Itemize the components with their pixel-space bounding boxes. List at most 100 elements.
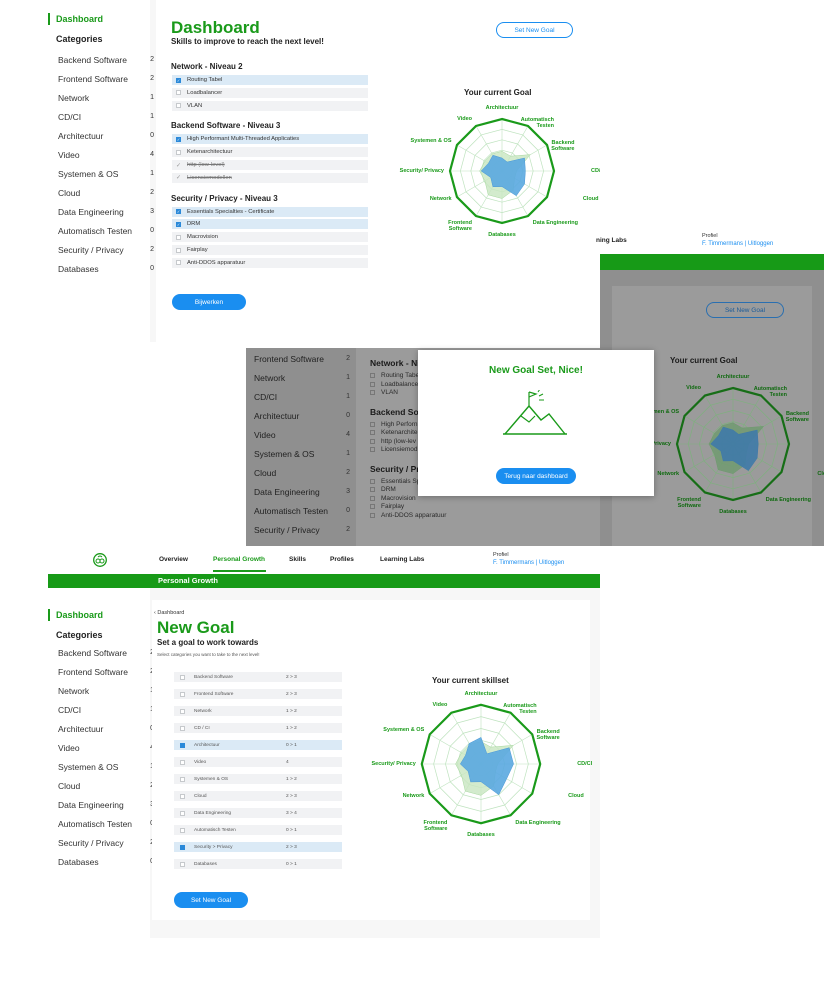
goal-row[interactable]: Frontend Software 2 > 3 (174, 689, 342, 699)
sidebar-category-item[interactable]: Data Engineering3 (58, 796, 154, 813)
skill-item[interactable]: ✓ Licensiemodellen (172, 172, 368, 183)
sidebar-category-item[interactable]: Cloud2 (58, 184, 154, 201)
checkbox[interactable] (180, 691, 185, 697)
skill-item[interactable]: VLAN (172, 100, 368, 111)
checkbox[interactable] (180, 810, 185, 816)
check-icon[interactable]: ✓ (176, 163, 181, 169)
checkbox[interactable] (180, 708, 185, 714)
skill-label: http (low-lev (381, 437, 417, 445)
checkbox[interactable] (176, 149, 181, 155)
sidebar-dashboard-link[interactable]: Dashboard (48, 609, 103, 621)
sidebar-category-item[interactable]: Systemen & OS1 (58, 758, 154, 775)
sidebar-dashboard-link[interactable]: Dashboard (48, 13, 103, 25)
sidebar-category-item[interactable]: Security / Privacy2 (58, 834, 154, 851)
goal-row[interactable]: Security > Privacy 2 > 3 (174, 842, 342, 852)
checkbox[interactable] (176, 260, 181, 266)
update-button[interactable]: Bijwerken (172, 294, 246, 310)
sidebar-category-item[interactable]: Video4 (254, 426, 350, 443)
set-new-goal-button[interactable]: Set New Goal (174, 892, 248, 908)
goal-row[interactable]: CD / CI 1 > 2 (174, 723, 342, 733)
checkbox[interactable] (180, 844, 185, 850)
goal-row[interactable]: Systemen & OS 1 > 2 (174, 774, 342, 784)
skill-item[interactable]: ✓ Routing Tabel (172, 75, 368, 85)
sidebar-category-item[interactable]: Network1 (58, 89, 154, 106)
goal-level: 2 > 3 (286, 674, 297, 680)
sidebar-category-item[interactable]: Frontend Software2 (254, 350, 350, 367)
checkbox[interactable] (180, 674, 185, 680)
sidebar-category-item[interactable]: Systemen & OS1 (58, 165, 154, 182)
sidebar-category-item[interactable]: Video4 (58, 739, 154, 756)
sidebar-category-item[interactable]: Automatisch Testen0 (254, 502, 350, 519)
sidebar-category-item[interactable]: Network1 (58, 682, 154, 699)
sidebar-category-item[interactable]: CD/CI1 (58, 701, 154, 718)
sidebar-category-item[interactable]: Backend Software2 (58, 644, 154, 661)
checkbox[interactable] (180, 776, 185, 782)
checkbox[interactable] (176, 103, 181, 109)
sidebar-category-item[interactable]: Databases0 (58, 260, 154, 277)
sidebar-category-item[interactable]: Data Engineering3 (254, 483, 350, 500)
sidebar-category-item[interactable]: Video4 (58, 146, 154, 163)
sidebar-category-item[interactable]: Systemen & OS1 (254, 445, 350, 462)
check-icon[interactable]: ✓ (176, 175, 181, 181)
set-new-goal-button[interactable]: Set New Goal (496, 22, 573, 38)
checkbox[interactable] (180, 793, 185, 799)
sidebar-category-item[interactable]: Cloud2 (58, 777, 154, 794)
back-to-dashboard-button[interactable]: Terug naar dashboard (496, 468, 576, 484)
checkbox[interactable] (180, 725, 185, 731)
nav-skills[interactable]: Skills (289, 556, 306, 563)
checkbox[interactable]: ✓ (176, 221, 181, 227)
checkbox[interactable] (180, 759, 185, 765)
goal-row[interactable]: Data Engineering 3 > 4 (174, 808, 342, 818)
checkbox[interactable] (176, 90, 181, 96)
skill-item[interactable]: Ketenarchitectuur (172, 147, 368, 158)
goal-row[interactable]: Video 4 (174, 757, 342, 767)
checkbox[interactable]: ✓ (176, 77, 181, 83)
skill-item[interactable]: Loadbalancer (172, 87, 368, 98)
goal-category: Security > Privacy (194, 844, 233, 850)
sidebar-category-item[interactable]: Cloud2 (254, 464, 350, 481)
goal-row[interactable]: Network 1 > 2 (174, 706, 342, 716)
sidebar-category-item[interactable]: Frontend Software2 (58, 663, 154, 680)
checkbox[interactable] (180, 827, 185, 833)
category-name: Cloud (58, 187, 81, 198)
profile-user[interactable]: F. Timmermans | Uitloggen (702, 241, 773, 247)
sidebar-category-item[interactable]: Architectuur0 (58, 720, 154, 737)
profile-user[interactable]: F. Timmermans | Uitloggen (493, 560, 564, 566)
sidebar-category-item[interactable]: Architectuur0 (58, 127, 154, 144)
radar-label: Network (402, 792, 425, 799)
checkbox[interactable] (180, 742, 185, 748)
checkbox[interactable]: ✓ (176, 136, 181, 142)
skill-item[interactable]: ✓ High Performant Multi-Threaded Applicat… (172, 134, 368, 145)
checkbox[interactable]: ✓ (176, 209, 181, 215)
goal-row[interactable]: Backend Software 2 > 3 (174, 672, 342, 682)
sidebar-category-item[interactable]: Data Engineering3 (58, 203, 154, 220)
nav-personal-growth[interactable]: Personal Growth (213, 556, 265, 563)
nav-profiles[interactable]: Profiles (330, 556, 354, 563)
sidebar-category-item[interactable]: Security / Privacy2 (58, 241, 154, 258)
sidebar-category-item[interactable]: Frontend Software2 (58, 70, 154, 87)
checkbox (370, 390, 375, 395)
goal-row[interactable]: Architectuur 0 > 1 (174, 740, 342, 750)
sidebar-category-item[interactable]: Automatisch Testen0 (58, 815, 154, 832)
checkbox[interactable] (180, 861, 185, 867)
sidebar-category-item[interactable]: Security / Privacy2 (254, 521, 350, 538)
sidebar-category-item[interactable]: CD/CI1 (254, 388, 350, 405)
sidebar-category-item[interactable]: Automatisch Testen0 (58, 222, 154, 239)
checkbox (370, 381, 375, 387)
checkbox[interactable] (176, 247, 181, 253)
sidebar-category-item[interactable]: CD/CI1 (58, 108, 154, 125)
goal-row[interactable]: Automatisch Testen 0 > 1 (174, 825, 342, 835)
sidebar-category-item[interactable]: Backend Software2 (58, 51, 154, 68)
skill-item[interactable]: ✓ Essentials Specialties - Certificate (172, 206, 368, 217)
goal-row[interactable]: Databases 0 > 1 (174, 859, 342, 869)
checkbox[interactable] (176, 234, 181, 240)
nav-overview[interactable]: Overview (159, 556, 188, 563)
nav-learning-labs[interactable]: Learning Labs (380, 556, 424, 563)
breadcrumb[interactable]: ‹ Dashboard (154, 610, 184, 616)
skill-item[interactable]: ✓ http (low-level) (172, 160, 368, 170)
goal-row[interactable]: Cloud 2 > 3 (174, 791, 342, 801)
sidebar-category-item[interactable]: Network1 (254, 369, 350, 386)
sidebar-category-item[interactable]: Databases0 (58, 853, 154, 870)
goal-category: Automatisch Testen (194, 827, 236, 833)
sidebar-category-item[interactable]: Architectuur0 (254, 407, 350, 424)
